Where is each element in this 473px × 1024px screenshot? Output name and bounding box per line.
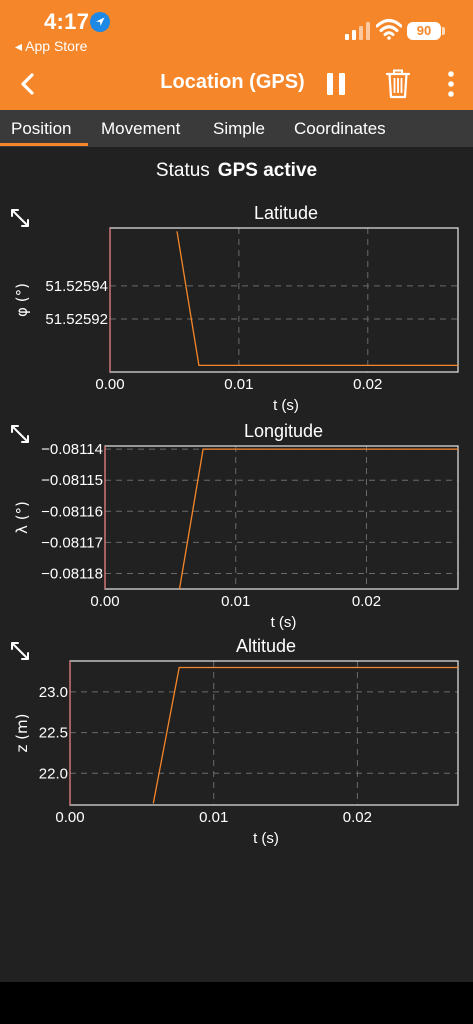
longitude-y-tick-label: −0.08118: [41, 565, 103, 582]
status-label: Status: [155, 160, 210, 181]
latitude-x-tick-label: 0.00: [95, 376, 124, 393]
longitude-chart-title: Longitude: [244, 421, 323, 441]
longitude-x-tick-label: 0.02: [352, 593, 381, 610]
latitude-x-axis-label: t (s): [273, 397, 299, 414]
cellular-signal-icon: [345, 22, 370, 40]
tab-position[interactable]: Position: [11, 119, 71, 139]
latitude-y-tick-label: 51.52592: [45, 311, 108, 328]
latitude-chart: Latitude 0.00 0.01 0.02 51.52592 51.52594 t (s…: [13, 203, 459, 414]
back-arrow-icon[interactable]: [14, 70, 42, 98]
tab-bar: Position Movement Simple Coordinates: [0, 110, 473, 147]
altitude-x-axis-label: t (s): [253, 830, 279, 847]
wifi-icon: [376, 19, 402, 40]
longitude-x-tick-label: 0.01: [221, 593, 250, 610]
altitude-chart-title: Altitude: [236, 636, 296, 656]
longitude-x-tick-label: 0.00: [90, 593, 119, 610]
longitude-y-axis-label: λ (°): [13, 501, 31, 534]
altitude-chart: Altitude 0.00 0.01 0.02 23.0 22.5 22.0 t (s) z (…: [13, 636, 459, 847]
active-tab-indicator: [0, 143, 88, 146]
latitude-x-tick-label: 0.02: [353, 376, 382, 393]
altitude-y-axis-label: z (m): [13, 714, 31, 753]
longitude-y-tick-label: −0.08117: [41, 534, 103, 551]
bottom-bar: [0, 982, 473, 1024]
more-options-icon[interactable]: [441, 69, 461, 99]
longitude-y-tick-label: −0.08114: [41, 441, 103, 458]
altitude-x-tick-label: 0.02: [343, 809, 372, 826]
altitude-y-tick-label: 22.0: [39, 765, 68, 782]
longitude-series-line: [178, 448, 458, 590]
app-bar: 4:17 ◂ App Store 90 Location (GPS): [0, 0, 473, 110]
battery-tip: [442, 27, 445, 35]
page-title: Location (GPS): [160, 71, 305, 93]
longitude-plot-frame: [104, 445, 459, 590]
latitude-y-axis-label: φ (°): [13, 283, 31, 317]
altitude-y-tick-label: 22.5: [39, 725, 68, 742]
latitude-x-tick-label: 0.01: [224, 376, 253, 393]
tab-coordinates[interactable]: Coordinates: [294, 119, 386, 139]
altitude-y-tick-label: 23.0: [39, 684, 68, 701]
altitude-x-tick-label: 0.01: [199, 809, 228, 826]
tab-simple[interactable]: Simple: [213, 119, 265, 139]
longitude-x-axis-label: t (s): [271, 614, 297, 631]
latitude-y-tick-label: 51.52594: [45, 278, 108, 295]
latitude-series-line: [176, 231, 458, 367]
location-arrow-icon: [90, 12, 110, 32]
pause-icon[interactable]: [322, 69, 350, 99]
back-to-app-store-link[interactable]: ◂ App Store: [15, 38, 87, 55]
longitude-y-tick-label: −0.08115: [41, 472, 103, 489]
trash-icon[interactable]: [382, 66, 414, 100]
altitude-x-tick-label: 0.00: [55, 809, 84, 826]
longitude-y-tick-label: −0.08116: [41, 503, 103, 520]
latitude-chart-title: Latitude: [254, 203, 318, 223]
battery-indicator: 90: [407, 22, 441, 40]
altitude-series-line: [152, 666, 458, 804]
status-time: 4:17: [44, 9, 90, 34]
tab-movement[interactable]: Movement: [101, 119, 180, 139]
latitude-plot-frame: [109, 227, 459, 373]
gps-status: Status GPS active: [0, 160, 473, 182]
longitude-chart: Longitude 0.00 0.01 0.02 −0.08114 −0.08115 −0.…: [13, 421, 459, 631]
status-value: GPS active: [217, 160, 318, 181]
